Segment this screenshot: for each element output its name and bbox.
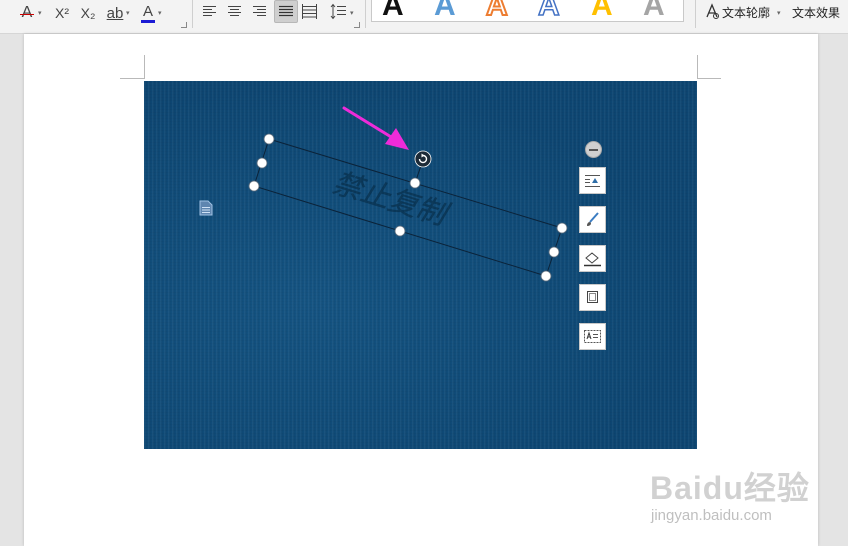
fill-icon xyxy=(584,252,601,267)
resize-handle xyxy=(263,133,275,145)
collapse-toolbar-button[interactable] xyxy=(585,141,602,158)
pointer-arrow xyxy=(342,106,409,150)
resize-handle xyxy=(394,225,406,237)
resize-handle xyxy=(540,270,552,282)
crop-button[interactable] xyxy=(579,284,606,311)
resize-handle xyxy=(548,246,560,258)
layout-options-button[interactable] xyxy=(579,167,606,194)
fill-button[interactable] xyxy=(579,245,606,272)
layout-options-icon xyxy=(585,175,600,187)
rotate-icon xyxy=(414,150,432,168)
site-watermark-logo: Baidu经验 xyxy=(650,470,810,506)
resize-handle xyxy=(248,180,260,192)
resize-handle xyxy=(256,157,268,169)
site-watermark-url: jingyan.baidu.com xyxy=(651,507,772,524)
brush-icon xyxy=(587,212,599,226)
resize-handle xyxy=(409,177,421,189)
watermark-text: 禁止复制 xyxy=(329,165,454,233)
resize-handle xyxy=(556,222,568,234)
text-box-button[interactable] xyxy=(579,323,606,350)
crop-icon xyxy=(587,291,598,303)
minus-icon xyxy=(589,148,598,151)
text-box-icon xyxy=(584,330,601,343)
outline-brush-button[interactable] xyxy=(579,206,606,233)
